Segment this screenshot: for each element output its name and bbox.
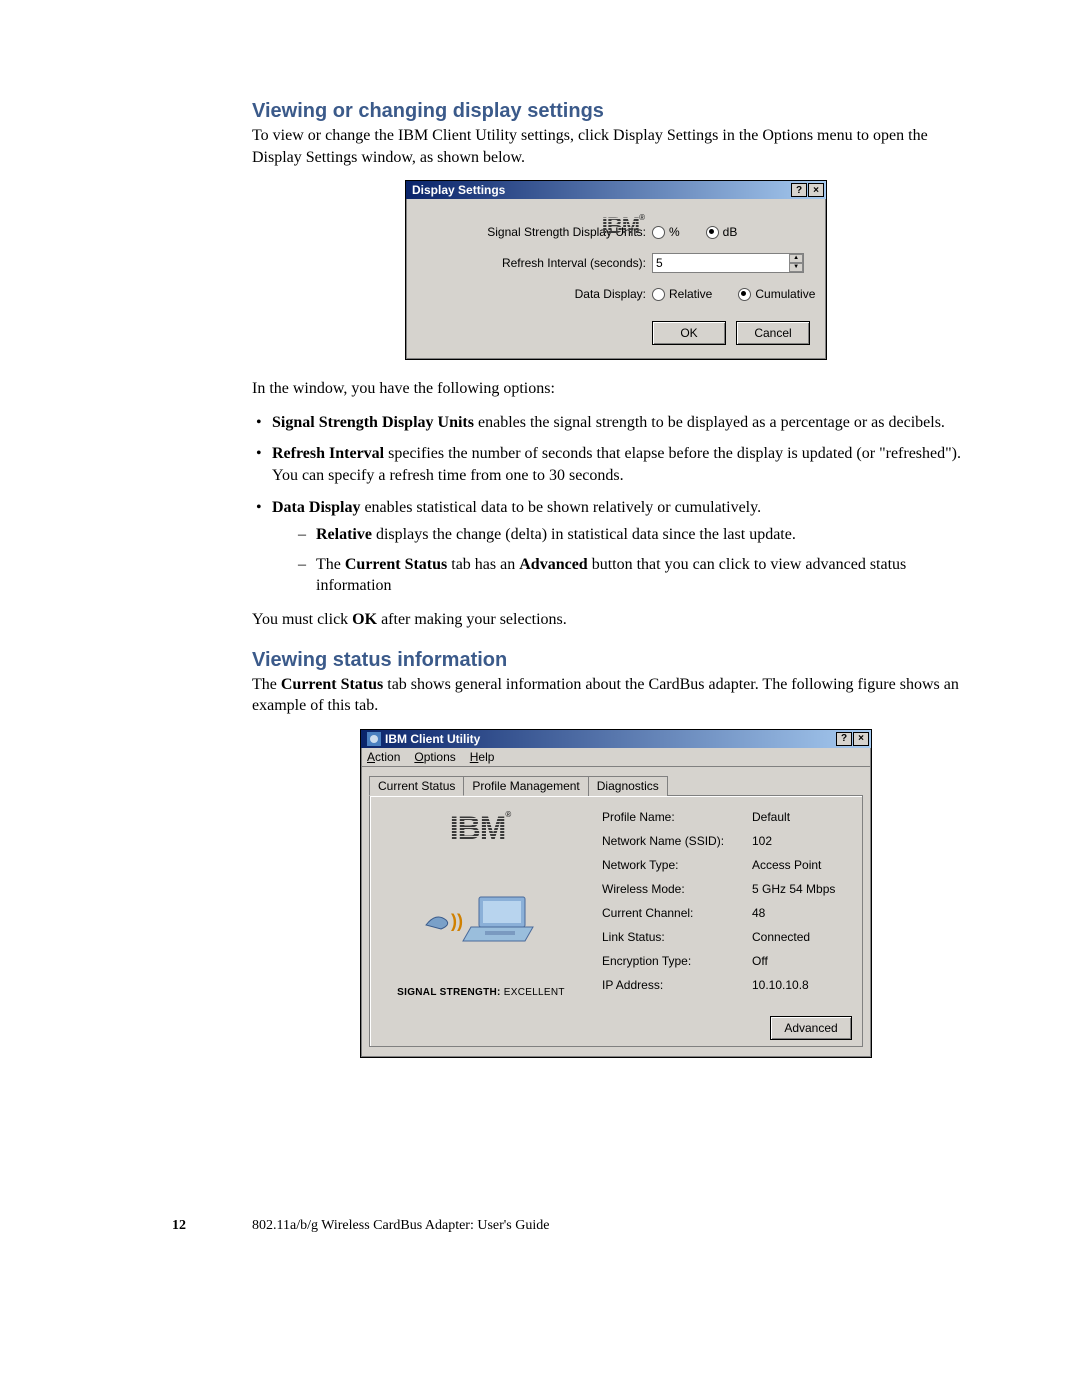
bullet-signal-strength: Signal Strength Display Units enables th…	[252, 412, 980, 434]
kv-encryption: Encryption Type:Off	[602, 954, 852, 968]
app-icon	[367, 732, 381, 746]
subbullet-relative: Relative displays the change (delta) in …	[296, 524, 980, 546]
radio-percent[interactable]: %	[652, 225, 680, 239]
subbullet-advanced: The Current Status tab has an Advanced b…	[296, 554, 980, 597]
page-number: 12	[172, 1218, 186, 1234]
tab-diagnostics[interactable]: Diagnostics	[588, 776, 668, 796]
kv-link-status: Link Status:Connected	[602, 930, 852, 944]
section-title-status-info: Viewing status information	[252, 649, 980, 672]
radio-db-label: dB	[723, 225, 738, 239]
laptop-illustration-icon: ))	[421, 887, 541, 947]
ok-button[interactable]: OK	[652, 321, 726, 345]
kv-network-type: Network Type:Access Point	[602, 858, 852, 872]
data-display-label: Data Display:	[416, 287, 652, 301]
radio-cumulative[interactable]: Cumulative	[738, 287, 815, 301]
bullet-data-display: Data Display enables statistical data to…	[252, 497, 980, 597]
display-settings-title: Display Settings	[412, 183, 505, 197]
kv-channel: Current Channel:48	[602, 906, 852, 920]
kv-ssid: Network Name (SSID):102	[602, 834, 852, 848]
spinner-up-icon[interactable]: ▲	[789, 254, 803, 263]
display-settings-titlebar[interactable]: Display Settings ? ×	[406, 181, 826, 199]
titlebar-close-icon[interactable]: ×	[808, 183, 824, 197]
tab-profile-management[interactable]: Profile Management	[463, 776, 588, 796]
refresh-interval-spinner[interactable]: ▲ ▼	[789, 254, 803, 272]
menu-help[interactable]: Help	[470, 750, 495, 764]
ok-note: You must click OK after making your sele…	[252, 609, 980, 631]
cancel-button[interactable]: Cancel	[736, 321, 810, 345]
radio-percent-label: %	[669, 225, 680, 239]
radio-db[interactable]: dB	[706, 225, 738, 239]
options-bullet-list: Signal Strength Display Units enables th…	[252, 412, 980, 597]
ibm-logo-large: IBM®	[450, 810, 513, 847]
signal-strength-readout: SIGNAL STRENGTH: EXCELLENT	[397, 987, 565, 998]
intro-status-info: The Current Status tab shows general inf…	[252, 674, 980, 717]
menu-action[interactable]: Action	[367, 750, 400, 764]
kv-profile-name: Profile Name:Default	[602, 810, 852, 824]
client-utility-dialog: IBM Client Utility ? × Action Options He…	[360, 729, 872, 1058]
tab-pane: IBM® )) SIGNAL STRENGTH: EXCELLENT	[369, 795, 863, 1047]
refresh-interval-input[interactable]: ▲ ▼	[652, 253, 804, 273]
radio-cumulative-label: Cumulative	[755, 287, 815, 301]
spinner-down-icon[interactable]: ▼	[789, 263, 803, 272]
kv-wireless-mode: Wireless Mode:5 GHz 54 Mbps	[602, 882, 852, 896]
titlebar-help-icon[interactable]: ?	[836, 732, 852, 746]
client-utility-titlebar[interactable]: IBM Client Utility ? ×	[361, 730, 871, 748]
menubar: Action Options Help	[361, 748, 871, 767]
refresh-interval-field[interactable]	[653, 254, 789, 272]
client-utility-title: IBM Client Utility	[385, 732, 480, 746]
tab-current-status[interactable]: Current Status	[369, 776, 464, 796]
section-title-display-settings: Viewing or changing display settings	[252, 100, 980, 123]
kv-ip-address: IP Address:10.10.10.8	[602, 978, 852, 992]
refresh-interval-label: Refresh Interval (seconds):	[416, 256, 652, 270]
advanced-button[interactable]: Advanced	[770, 1016, 852, 1040]
tabs: Current Status Profile Management Diagno…	[369, 776, 863, 796]
menu-options[interactable]: Options	[414, 750, 455, 764]
after-dialog-text: In the window, you have the following op…	[252, 378, 980, 400]
titlebar-close-icon[interactable]: ×	[853, 732, 869, 746]
display-settings-dialog: Display Settings ? × IBM® Signal Strengt…	[405, 180, 827, 360]
radio-relative[interactable]: Relative	[652, 287, 712, 301]
bullet-refresh-interval: Refresh Interval specifies the number of…	[252, 443, 980, 486]
ibm-logo-small: IBM®	[602, 213, 646, 239]
titlebar-help-icon[interactable]: ?	[791, 183, 807, 197]
footer-title: 802.11a/b/g Wireless CardBus Adapter: Us…	[252, 1218, 549, 1233]
page-footer: 12 802.11a/b/g Wireless CardBus Adapter:…	[252, 1218, 980, 1234]
radio-relative-label: Relative	[669, 287, 712, 301]
svg-text:)): ))	[451, 911, 463, 931]
intro-display-settings: To view or change the IBM Client Utility…	[252, 125, 980, 168]
